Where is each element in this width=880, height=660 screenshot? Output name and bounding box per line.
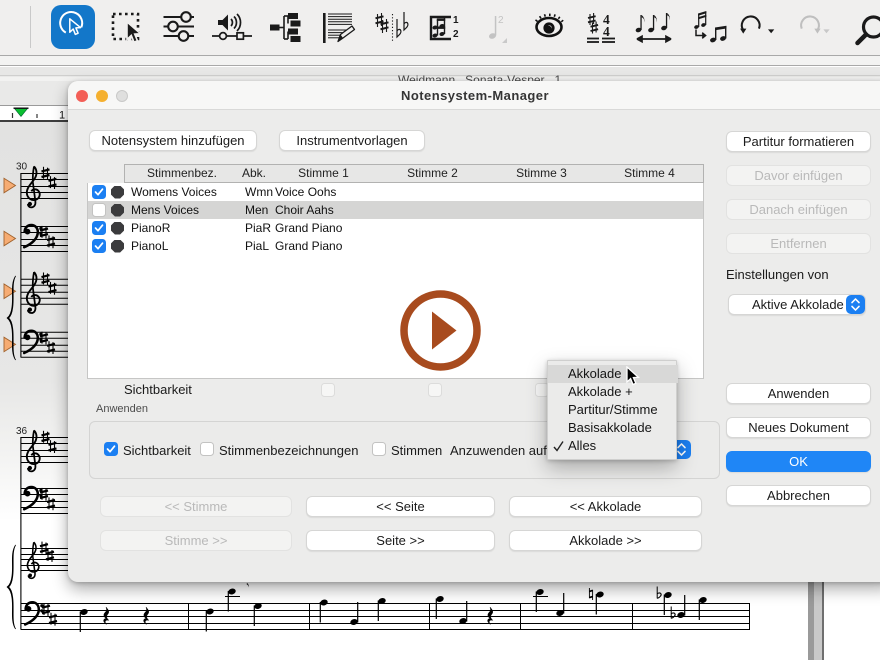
svg-text:2: 2 [498, 15, 504, 26]
svg-text:1: 1 [59, 110, 65, 122]
svg-text:36: 36 [16, 426, 28, 437]
svg-text:2: 2 [453, 29, 459, 40]
svg-text:4: 4 [603, 24, 610, 39]
svg-text:30: 30 [16, 162, 28, 173]
svg-text:1: 1 [453, 15, 459, 26]
